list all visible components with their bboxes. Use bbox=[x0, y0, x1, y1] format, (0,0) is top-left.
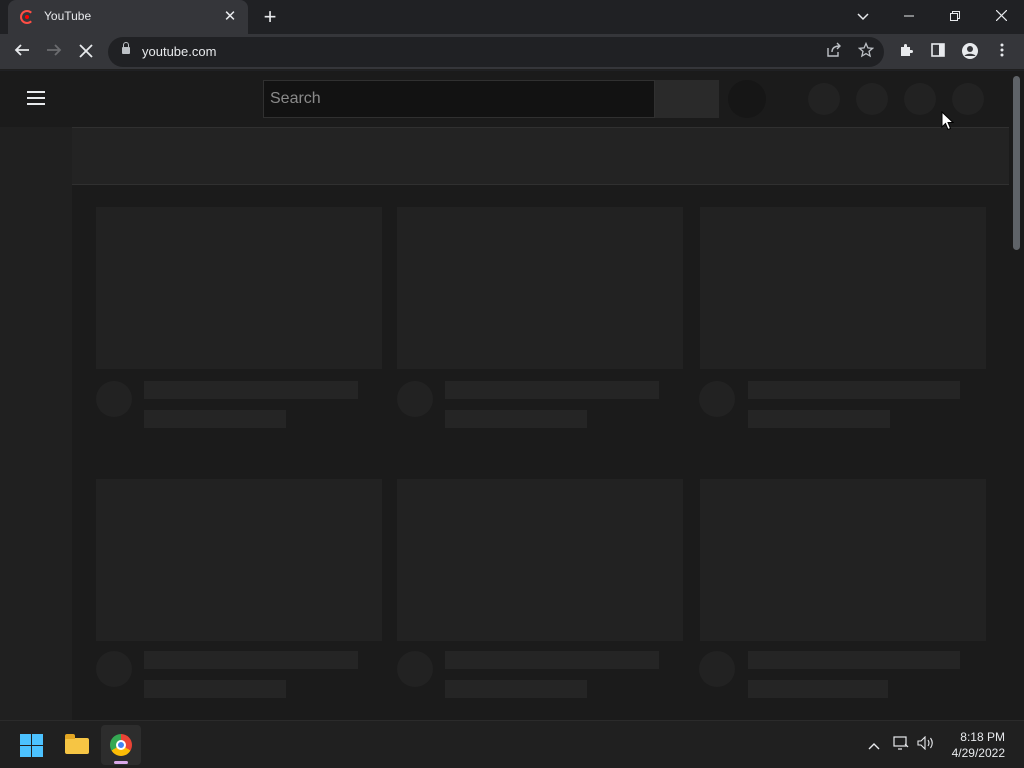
thumbnail-placeholder bbox=[96, 207, 382, 369]
arrow-left-icon bbox=[14, 44, 29, 56]
video-grid bbox=[72, 185, 1009, 720]
minimize-icon bbox=[904, 15, 914, 17]
channel-avatar-placeholder bbox=[397, 381, 433, 417]
channel-avatar-placeholder bbox=[699, 381, 735, 417]
lock-icon[interactable] bbox=[122, 42, 130, 54]
windows-taskbar: 8:18 PM 4/29/2022 bbox=[0, 720, 1024, 768]
header-icon-placeholder bbox=[808, 83, 840, 115]
channel-avatar-placeholder bbox=[397, 651, 433, 687]
meta-placeholder bbox=[144, 410, 286, 428]
hamburger-menu-icon[interactable] bbox=[27, 91, 45, 105]
stop-loading-button[interactable] bbox=[72, 38, 100, 66]
tab-close-icon[interactable]: ✕ bbox=[220, 7, 240, 27]
kebab-menu-icon[interactable] bbox=[992, 42, 1012, 62]
new-tab-button[interactable]: + bbox=[258, 6, 282, 28]
avatar-placeholder bbox=[952, 83, 984, 115]
title-placeholder bbox=[748, 651, 960, 669]
voice-search-placeholder bbox=[728, 80, 766, 118]
puzzle-icon[interactable] bbox=[896, 42, 916, 62]
meta-placeholder bbox=[445, 410, 587, 428]
meta-placeholder bbox=[144, 680, 286, 698]
chevron-down-icon bbox=[857, 13, 869, 21]
thumbnail-placeholder bbox=[397, 207, 683, 369]
restore-button[interactable] bbox=[940, 4, 970, 28]
thumbnail-placeholder bbox=[700, 479, 986, 641]
address-bar[interactable]: youtube.com bbox=[108, 37, 884, 67]
arrow-right-icon bbox=[47, 44, 62, 56]
taskbar-clock[interactable]: 8:18 PM 4/29/2022 bbox=[952, 729, 1005, 761]
url-text[interactable]: youtube.com bbox=[142, 44, 216, 59]
chevron-up-icon[interactable] bbox=[864, 735, 884, 755]
mouse-cursor-icon bbox=[941, 111, 955, 131]
page-viewport: Search bbox=[0, 71, 1024, 720]
header-icon-placeholder bbox=[856, 83, 888, 115]
header-icon-placeholder bbox=[904, 83, 936, 115]
title-placeholder bbox=[445, 651, 659, 669]
search-input[interactable]: Search bbox=[263, 80, 655, 118]
close-icon bbox=[995, 9, 1007, 22]
clock-date: 4/29/2022 bbox=[951, 746, 1005, 760]
guide-rail bbox=[0, 127, 72, 720]
search-button[interactable] bbox=[655, 80, 719, 118]
tab-search-button[interactable] bbox=[848, 4, 878, 28]
meta-placeholder bbox=[748, 410, 890, 428]
title-placeholder bbox=[144, 381, 358, 399]
back-button[interactable] bbox=[8, 38, 36, 66]
tab-youtube[interactable]: YouTube ✕ bbox=[8, 0, 248, 34]
channel-avatar-placeholder bbox=[96, 381, 132, 417]
volume-icon[interactable] bbox=[916, 735, 936, 755]
close-window-button[interactable] bbox=[986, 4, 1016, 28]
tab-title: YouTube bbox=[44, 9, 92, 23]
active-indicator bbox=[114, 761, 128, 764]
title-placeholder bbox=[445, 381, 659, 399]
channel-avatar-placeholder bbox=[699, 651, 735, 687]
clock-time: 8:18 PM bbox=[960, 730, 1005, 744]
stop-icon bbox=[79, 44, 93, 58]
youtube-loading-icon bbox=[20, 10, 34, 24]
star-icon[interactable] bbox=[856, 41, 876, 62]
share-icon[interactable] bbox=[824, 42, 844, 62]
channel-avatar-placeholder bbox=[96, 651, 132, 687]
meta-placeholder bbox=[748, 680, 888, 698]
chrome-taskbar-button[interactable] bbox=[101, 725, 141, 765]
forward-button[interactable] bbox=[40, 38, 68, 66]
network-icon[interactable] bbox=[891, 735, 911, 755]
profile-icon[interactable] bbox=[960, 42, 980, 62]
thumbnail-placeholder bbox=[700, 207, 986, 369]
search-placeholder: Search bbox=[270, 90, 321, 107]
minimize-button[interactable] bbox=[894, 4, 924, 28]
file-explorer-icon bbox=[65, 734, 89, 754]
youtube-masthead: Search bbox=[0, 71, 1009, 127]
page-scrollbar[interactable] bbox=[1009, 71, 1024, 720]
meta-placeholder bbox=[445, 680, 587, 698]
chrome-icon bbox=[110, 734, 132, 756]
title-placeholder bbox=[748, 381, 960, 399]
start-button[interactable] bbox=[12, 725, 52, 765]
browser-toolbar: youtube.com bbox=[0, 34, 1024, 70]
title-placeholder bbox=[144, 651, 358, 669]
restore-icon bbox=[950, 11, 960, 21]
chip-bar-placeholder bbox=[72, 127, 1009, 185]
side-panel-icon[interactable] bbox=[928, 42, 948, 62]
browser-titlebar: YouTube ✕ + bbox=[0, 0, 1024, 34]
thumbnail-placeholder bbox=[96, 479, 382, 641]
thumbnail-placeholder bbox=[397, 479, 683, 641]
scrollbar-thumb[interactable] bbox=[1013, 76, 1020, 250]
file-explorer-button[interactable] bbox=[57, 725, 97, 765]
